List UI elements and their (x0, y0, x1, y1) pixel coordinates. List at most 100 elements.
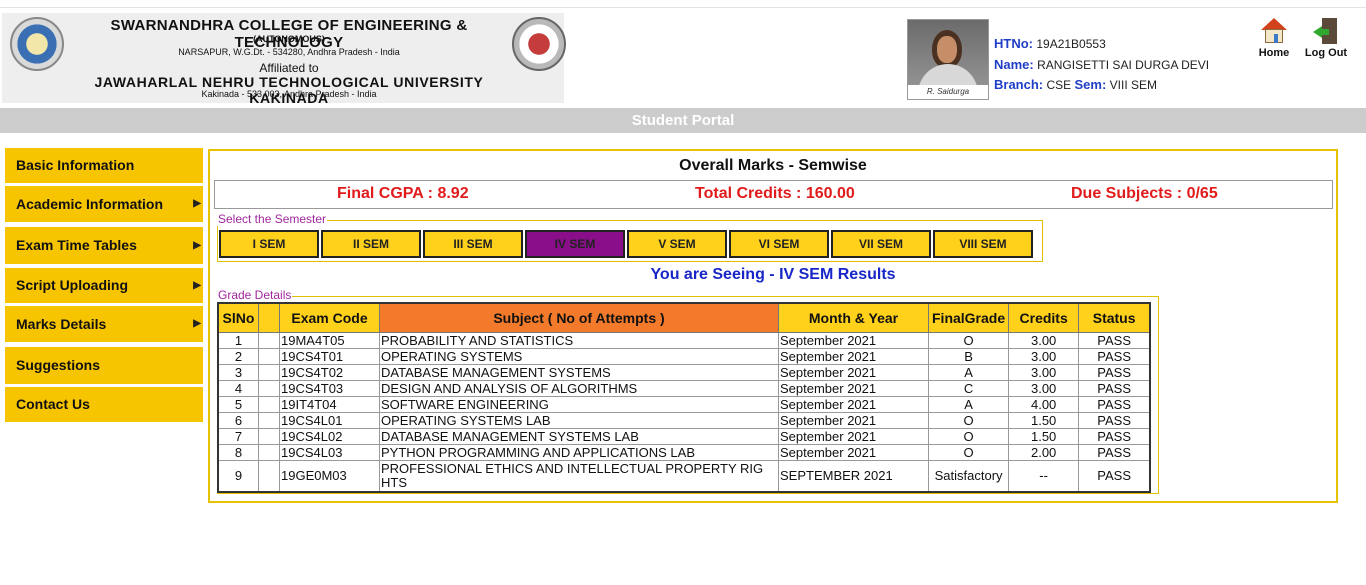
table-cell: 8 (217, 444, 259, 461)
autonomous-label: (AUTONOMOUS) (253, 34, 325, 44)
table-cell (258, 460, 280, 493)
sidebar-item-label: Exam Time Tables (16, 237, 137, 253)
sem-button-i[interactable]: I SEM (219, 230, 319, 258)
col-header: FinalGrade (927, 302, 1010, 333)
sidebar-item-label: Contact Us (16, 396, 90, 412)
total-credits: Total Credits : 160.00 (695, 185, 855, 202)
table-cell: 19CS4L01 (279, 412, 380, 429)
table-cell: 19CS4L03 (279, 444, 380, 461)
table-cell: 19CS4T03 (279, 380, 380, 397)
table-cell: -- (1008, 460, 1080, 493)
sem-button-iv[interactable]: IV SEM (525, 230, 625, 258)
table-row: 1 19MA4T05 PROBABILITY AND STATISTICS Septe… (217, 332, 1151, 349)
semester-legend: Select the Semester (217, 212, 328, 226)
table-cell: 2 (217, 348, 259, 365)
sem-button-vii[interactable]: VII SEM (831, 230, 931, 258)
table-cell: 19IT4T04 (279, 396, 380, 413)
table-cell (258, 332, 280, 349)
logout-link[interactable]: Log Out (1304, 18, 1348, 59)
sidebar-item-contact-us[interactable]: Contact Us (5, 387, 203, 422)
home-link[interactable]: Home (1256, 18, 1292, 59)
table-cell: September 2021 (778, 396, 929, 413)
sidebar-item-label: Script Uploading (16, 277, 128, 293)
table-cell: OPERATING SYSTEMS (379, 348, 779, 365)
table-cell: 1.50 (1008, 412, 1080, 429)
table-cell: PASS (1078, 428, 1151, 445)
table-cell: 2.00 (1008, 444, 1080, 461)
table-cell: SOFTWARE ENGINEERING (379, 396, 779, 413)
table-cell: 4 (217, 380, 259, 397)
table-cell: PASS (1078, 444, 1151, 461)
sidebar-item-marks-details[interactable]: Marks Details ▶ (5, 306, 203, 342)
htno-value: 19A21B0553 (1036, 37, 1106, 51)
sem-button-v[interactable]: V SEM (627, 230, 727, 258)
table-cell: B (927, 348, 1010, 365)
table-cell: O (927, 444, 1010, 461)
affiliated-label: Affiliated to (259, 61, 319, 75)
col-header (258, 302, 280, 333)
sem-button-ii[interactable]: II SEM (321, 230, 421, 258)
table-cell: PASS (1078, 412, 1151, 429)
marks-panel: Overall Marks - Semwise Final CGPA : 8.9… (208, 149, 1338, 503)
table-cell (258, 412, 280, 429)
sidebar-item-exam-time-tables[interactable]: Exam Time Tables ▶ (5, 227, 203, 264)
sidebar-item-script-uploading[interactable]: Script Uploading ▶ (5, 268, 203, 303)
table-cell: 3.00 (1008, 364, 1080, 381)
table-cell: 19CS4L02 (279, 428, 380, 445)
table-cell: O (927, 332, 1010, 349)
table-row: 2 19CS4T01 OPERATING SYSTEMS September 2021… (217, 348, 1151, 365)
table-row: 4 19CS4T03 DESIGN AND ANALYSIS OF ALGORITH… (217, 380, 1151, 397)
table-cell: O (927, 412, 1010, 429)
table-cell: September 2021 (778, 428, 929, 445)
table-cell: A (927, 396, 1010, 413)
col-header: Credits (1008, 302, 1080, 333)
sem-button-viii[interactable]: VIII SEM (933, 230, 1033, 258)
sidebar-item-basic-information[interactable]: Basic Information (5, 148, 203, 183)
table-row: 7 19CS4L02 DATABASE MANAGEMENT SYSTEMS LAB… (217, 428, 1151, 445)
table-cell: 3.00 (1008, 348, 1080, 365)
sem-button-iii[interactable]: III SEM (423, 230, 523, 258)
logout-icon (1313, 18, 1339, 44)
table-cell: PASS (1078, 396, 1151, 413)
table-cell: PROFESSIONAL ETHICS AND INTELLECTUAL PRO… (379, 460, 779, 493)
college-address: NARSAPUR, W.G.Dt. - 534280, Andhra Prade… (178, 47, 400, 57)
col-header: Exam Code (279, 302, 380, 333)
table-cell: 5 (217, 396, 259, 413)
home-icon (1261, 18, 1287, 44)
sidebar-item-label: Suggestions (16, 357, 101, 373)
table-cell: O (927, 428, 1010, 445)
table-cell: September 2021 (778, 364, 929, 381)
table-cell: September 2021 (778, 412, 929, 429)
htno-label: HTNo: (994, 36, 1033, 51)
table-cell: PASS (1078, 380, 1151, 397)
sidebar-item-suggestions[interactable]: Suggestions (5, 347, 203, 384)
student-photo: R. Saidurga (907, 19, 989, 100)
table-cell: PASS (1078, 460, 1151, 493)
table-cell: 6 (217, 412, 259, 429)
col-header: Status (1078, 302, 1151, 333)
table-cell: September 2021 (778, 444, 929, 461)
branch-value: CSE (1046, 78, 1072, 92)
table-cell (258, 364, 280, 381)
sidebar-item-academic-information[interactable]: Academic Information ▶ (5, 186, 203, 222)
expand-arrow-icon: ▶ (193, 280, 201, 291)
due-subjects: Due Subjects : 0/65 (1071, 185, 1218, 202)
table-cell: PASS (1078, 332, 1151, 349)
seeing-heading: You are Seeing - IV SEM Results (650, 266, 896, 283)
table-cell: September 2021 (778, 332, 929, 349)
table-cell: Satisfactory (927, 460, 1010, 493)
summary-bar: Final CGPA : 8.92 Total Credits : 160.00… (214, 180, 1333, 209)
grades-table: SlNo Exam Code Subject ( No of Attempts … (217, 302, 1152, 493)
expand-arrow-icon: ▶ (193, 198, 201, 209)
table-cell: 3 (217, 364, 259, 381)
table-cell: 4.00 (1008, 396, 1080, 413)
table-cell: 19CS4T02 (279, 364, 380, 381)
table-cell: SEPTEMBER 2021 (778, 460, 929, 493)
table-cell: 9 (217, 460, 259, 493)
sem-button-vi[interactable]: VI SEM (729, 230, 829, 258)
col-header: Subject ( No of Attempts ) (379, 302, 779, 333)
table-cell: OPERATING SYSTEMS LAB (379, 412, 779, 429)
table-row: 9 19GE0M03 PROFESSIONAL ETHICS AND INTELLE… (217, 460, 1151, 493)
table-cell: 1.50 (1008, 428, 1080, 445)
university-logo (512, 17, 566, 71)
